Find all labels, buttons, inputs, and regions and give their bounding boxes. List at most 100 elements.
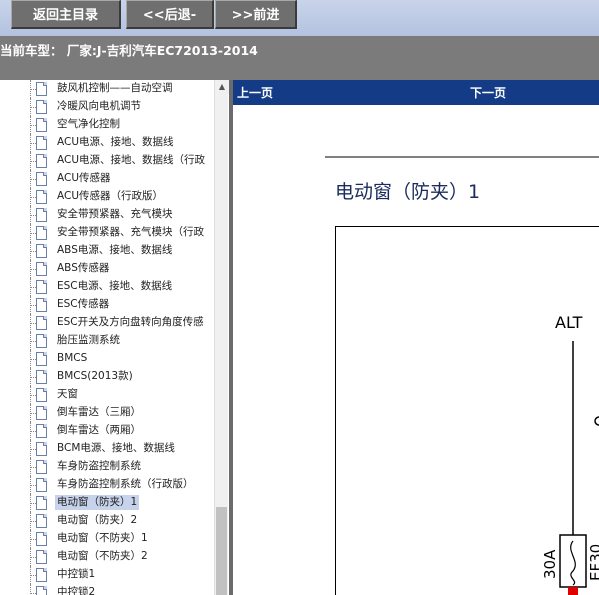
document-icon [36, 568, 47, 582]
alt-label: ALT [555, 313, 583, 332]
tree-item-label[interactable]: ACU电源、接地、数据线（行政 [55, 153, 207, 168]
tree-item[interactable]: 冷暖风向电机调节 [0, 98, 214, 116]
document-icon [36, 244, 47, 258]
tree-item-label[interactable]: 安全带预紧器、充气模块（行政 [55, 225, 206, 240]
tree-item-label[interactable]: 中控锁1 [55, 567, 97, 582]
scroll-thumb[interactable] [216, 507, 227, 595]
document-icon [36, 514, 47, 528]
tree-item[interactable]: ESC开关及方向盘转向角度传感 [0, 314, 214, 332]
tree-item-label[interactable]: 车身防盗控制系统 [55, 459, 143, 474]
tree-item[interactable]: BCM电源、接地、数据线 [0, 440, 214, 458]
tree-item[interactable]: BMCS [0, 350, 214, 368]
tree-item[interactable]: 电动窗（防夹）2 [0, 512, 214, 530]
tree-item-label[interactable]: 电动窗（防夹）2 [55, 513, 139, 528]
tree-item[interactable]: 安全带预紧器、充气模块（行政 [0, 224, 214, 242]
tree-item-label[interactable]: 电动窗（不防夹）1 [55, 531, 150, 546]
wire-junction [594, 416, 599, 426]
tree-item-label[interactable]: 倒车雷达（三厢） [55, 405, 143, 420]
tree-item-label[interactable]: 冷暖风向电机调节 [55, 99, 143, 114]
tree-item[interactable]: 车身防盗控制系统 [0, 458, 214, 476]
tree-item-label[interactable]: 安全带预紧器、充气模块 [55, 207, 175, 222]
document-icon [36, 298, 47, 312]
next-page-link[interactable]: 下一页 [470, 84, 506, 101]
scroll-up-icon[interactable]: ▲ [215, 80, 229, 94]
tree-item[interactable]: 天窗 [0, 386, 214, 404]
tree-item-label[interactable]: ACU传感器（行政版） [55, 189, 165, 204]
tree-item[interactable]: ACU传感器（行政版） [0, 188, 214, 206]
prev-page-link[interactable]: 上一页 [237, 84, 273, 101]
document-icon [36, 316, 47, 330]
document-icon [36, 334, 47, 348]
tree-item[interactable]: 空气净化控制 [0, 116, 214, 134]
document-icon [36, 460, 47, 474]
tree-item-label[interactable]: ACU电源、接地、数据线 [55, 135, 176, 150]
tree-item[interactable]: 中控锁1 [0, 566, 214, 584]
tree-item[interactable]: 倒车雷达（两厢） [0, 422, 214, 440]
document-icon [36, 226, 47, 240]
tree-item[interactable]: ESC电源、接地、数据线 [0, 278, 214, 296]
tree-item-label[interactable]: ESC开关及方向盘转向角度传感 [55, 315, 206, 330]
tree-item[interactable]: 中控锁2 [0, 584, 214, 595]
tree-item[interactable]: 安全带预紧器、充气模块 [0, 206, 214, 224]
connector-marker [568, 587, 578, 595]
wiring-diagram: 电动窗（防夹）1 ALT 30A EF30 [325, 156, 599, 595]
tree-item[interactable]: BMCS(2013款) [0, 368, 214, 386]
page-nav-bar: 上一页 下一页 [233, 80, 599, 105]
car-info-text: 当前车型： 厂家:J-吉利汽车EC72013-2014 [0, 43, 258, 58]
tree-list: 鼓风机控制——自动空调 冷暖风向电机调节 空气净化控制 ACU电源、接地、数据线 ACU… [0, 80, 214, 595]
document-icon [36, 100, 47, 114]
document-icon [36, 352, 47, 366]
tree-item-label[interactable]: 中控锁2 [55, 585, 97, 595]
document-icon [36, 586, 47, 595]
tree-item-label[interactable]: 鼓风机控制——自动空调 [55, 81, 175, 96]
tree-item[interactable]: 电动窗（不防夹）1 [0, 530, 214, 548]
tree-item[interactable]: ACU传感器 [0, 170, 214, 188]
document-icon [36, 406, 47, 420]
document-icon [36, 532, 47, 546]
document-icon [36, 118, 47, 132]
tree-item-label[interactable]: 空气净化控制 [55, 117, 122, 132]
back-button[interactable]: <<后退- [126, 0, 214, 29]
tree-item-label[interactable]: ESC电源、接地、数据线 [55, 279, 174, 294]
tree-scrollbar[interactable]: ▲ [214, 80, 229, 595]
tree-item[interactable]: ACU电源、接地、数据线（行政 [0, 152, 214, 170]
tree-item-label[interactable]: ABS传感器 [55, 261, 111, 276]
document-icon [36, 262, 47, 276]
document-icon [36, 154, 47, 168]
tree-item[interactable]: ABS电源、接地、数据线 [0, 242, 214, 260]
tree-item-label[interactable]: 倒车雷达（两厢） [55, 423, 143, 438]
tree-item[interactable]: ESC传感器 [0, 296, 214, 314]
tree-item-label[interactable]: BCM电源、接地、数据线 [55, 441, 177, 456]
document-icon [36, 82, 47, 96]
document-icon [36, 496, 47, 510]
tree-item[interactable]: 倒车雷达（三厢） [0, 404, 214, 422]
tree-item-label[interactable]: 电动窗（防夹）1 [55, 495, 140, 510]
tree-item[interactable]: ABS传感器 [0, 260, 214, 278]
tree-item-label[interactable]: 胎压监测系统 [55, 333, 122, 348]
fuse-id-label: EF30 [587, 544, 599, 581]
home-button[interactable]: 返回主目录 [11, 0, 121, 29]
document-icon [36, 280, 47, 294]
document-icon [36, 172, 47, 186]
tree-item[interactable]: 电动窗（不防夹）2 [0, 548, 214, 566]
tree-item-label[interactable]: ABS电源、接地、数据线 [55, 243, 174, 258]
tree-item-label[interactable]: 电动窗（不防夹）2 [55, 549, 150, 564]
tree-item-label[interactable]: ESC传感器 [55, 297, 111, 312]
tree-item[interactable]: 鼓风机控制——自动空调 [0, 80, 214, 98]
document-icon [36, 190, 47, 204]
forward-button[interactable]: >>前进 [215, 0, 297, 29]
tree-item-label[interactable]: BMCS(2013款) [55, 369, 135, 384]
tree-item-label[interactable]: BMCS [55, 351, 89, 366]
document-icon [36, 442, 47, 456]
tree-item-label[interactable]: 天窗 [55, 387, 80, 402]
top-toolbar: 返回主目录 <<后退- >>前进 [0, 0, 599, 36]
tree-item[interactable]: 电动窗（防夹）1 [0, 494, 214, 512]
fuse-rating-label: 30A [541, 549, 559, 579]
tree-item[interactable]: 胎压监测系统 [0, 332, 214, 350]
diagram-title: 电动窗（防夹）1 [335, 181, 480, 203]
tree-item[interactable]: ACU电源、接地、数据线 [0, 134, 214, 152]
tree-item-label[interactable]: 车身防盗控制系统（行政版） [55, 477, 196, 492]
tree-item[interactable]: 车身防盗控制系统（行政版） [0, 476, 214, 494]
document-icon [36, 208, 47, 222]
tree-item-label[interactable]: ACU传感器 [55, 171, 113, 186]
